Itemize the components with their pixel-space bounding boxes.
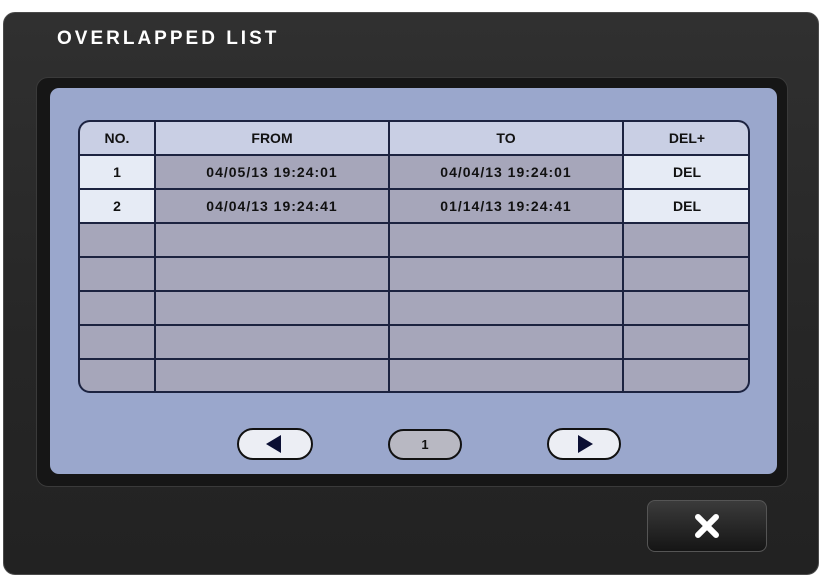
column-header-del-all[interactable]: DEL+ <box>624 122 748 154</box>
row-to-time[interactable]: 04/04/13 19:24:01 <box>390 156 622 188</box>
row-number: 2 <box>80 190 154 222</box>
row-to-time[interactable]: 01/14/13 19:24:41 <box>390 190 622 222</box>
empty-cell <box>390 326 622 358</box>
row-from-time[interactable]: 04/05/13 19:24:01 <box>156 156 388 188</box>
triangle-left-icon <box>266 435 281 453</box>
close-button[interactable] <box>647 500 767 552</box>
next-page-button[interactable] <box>547 428 621 460</box>
empty-cell <box>156 258 388 290</box>
empty-cell <box>80 292 154 324</box>
empty-cell <box>390 292 622 324</box>
empty-cell <box>624 224 748 256</box>
empty-cell <box>390 224 622 256</box>
empty-cell <box>80 360 154 391</box>
delete-button[interactable]: DEL <box>624 190 748 222</box>
empty-cell <box>80 326 154 358</box>
overlapped-list-table: NO. FROM TO DEL+ 1 04/05/13 19:24:01 04/… <box>78 120 750 393</box>
previous-page-button[interactable] <box>237 428 313 460</box>
empty-cell <box>80 224 154 256</box>
empty-cell <box>624 292 748 324</box>
row-number: 1 <box>80 156 154 188</box>
x-close-icon <box>695 514 719 538</box>
page-indicator-button[interactable]: 1 <box>388 429 462 460</box>
empty-cell <box>80 258 154 290</box>
empty-cell <box>390 360 622 391</box>
empty-cell <box>624 258 748 290</box>
delete-button[interactable]: DEL <box>624 156 748 188</box>
empty-cell <box>156 326 388 358</box>
row-from-time[interactable]: 04/04/13 19:24:41 <box>156 190 388 222</box>
dialog-title: OVERLAPPED LIST <box>57 28 280 49</box>
column-header-from: FROM <box>156 122 388 154</box>
empty-cell <box>156 360 388 391</box>
empty-cell <box>156 292 388 324</box>
triangle-right-icon <box>578 435 593 453</box>
empty-cell <box>390 258 622 290</box>
column-header-no: NO. <box>80 122 154 154</box>
column-header-to: TO <box>390 122 622 154</box>
empty-cell <box>624 360 748 391</box>
empty-cell <box>156 224 388 256</box>
empty-cell <box>624 326 748 358</box>
